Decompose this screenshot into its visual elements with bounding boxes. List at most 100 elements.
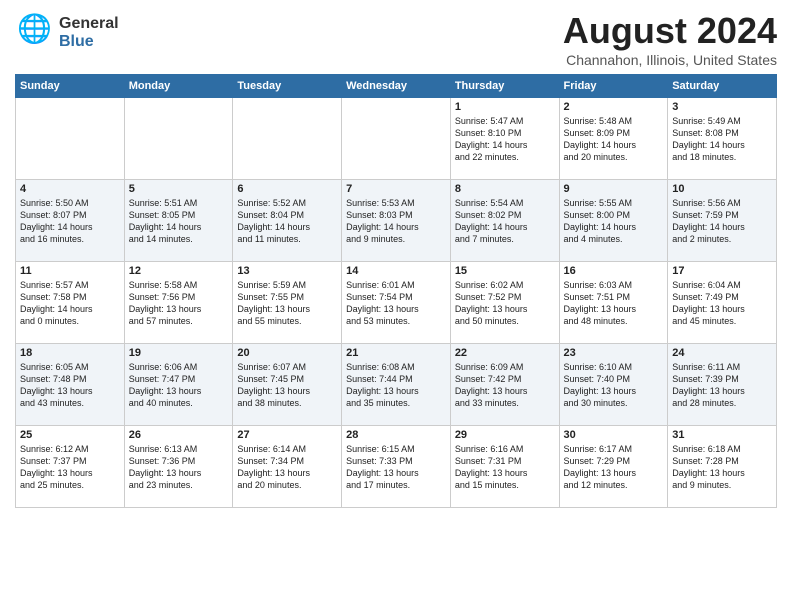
day-cell: 3Sunrise: 5:49 AMSunset: 8:08 PMDaylight… [668, 98, 777, 180]
cell-text: and 4 minutes. [564, 233, 664, 245]
cell-text: Sunset: 7:29 PM [564, 455, 664, 467]
day-number: 15 [455, 265, 555, 277]
cell-text: Sunset: 7:45 PM [237, 373, 337, 385]
day-cell: 30Sunrise: 6:17 AMSunset: 7:29 PMDayligh… [559, 426, 668, 508]
day-cell: 8Sunrise: 5:54 AMSunset: 8:02 PMDaylight… [450, 180, 559, 262]
cell-text: and 48 minutes. [564, 315, 664, 327]
day-number: 7 [346, 183, 446, 195]
cell-text: Daylight: 13 hours [129, 303, 229, 315]
cell-text: and 30 minutes. [564, 397, 664, 409]
cell-text: Sunset: 7:56 PM [129, 291, 229, 303]
day-cell: 19Sunrise: 6:06 AMSunset: 7:47 PMDayligh… [124, 344, 233, 426]
cell-text: Sunset: 7:33 PM [346, 455, 446, 467]
cell-text: Daylight: 13 hours [237, 385, 337, 397]
cell-text: Daylight: 13 hours [455, 467, 555, 479]
day-number: 17 [672, 265, 772, 277]
day-cell: 28Sunrise: 6:15 AMSunset: 7:33 PMDayligh… [342, 426, 451, 508]
header-cell-friday: Friday [559, 75, 668, 98]
cell-text: and 11 minutes. [237, 233, 337, 245]
cell-text: Daylight: 13 hours [455, 385, 555, 397]
cell-text: Daylight: 14 hours [455, 221, 555, 233]
cell-text: Daylight: 13 hours [455, 303, 555, 315]
cell-text: Daylight: 13 hours [346, 467, 446, 479]
cell-text: Daylight: 13 hours [20, 467, 120, 479]
cell-text: Sunrise: 6:05 AM [20, 361, 120, 373]
day-cell: 12Sunrise: 5:58 AMSunset: 7:56 PMDayligh… [124, 262, 233, 344]
day-cell: 31Sunrise: 6:18 AMSunset: 7:28 PMDayligh… [668, 426, 777, 508]
logo-blue: Blue [59, 33, 119, 51]
cell-text: Sunset: 7:52 PM [455, 291, 555, 303]
title-area: August 2024 Channahon, Illinois, United … [563, 10, 777, 68]
day-number: 28 [346, 429, 446, 441]
day-number: 8 [455, 183, 555, 195]
day-number: 6 [237, 183, 337, 195]
cell-text: Sunset: 7:31 PM [455, 455, 555, 467]
day-number: 18 [20, 347, 120, 359]
cell-text: and 17 minutes. [346, 479, 446, 491]
cell-text: Sunrise: 6:09 AM [455, 361, 555, 373]
calendar-table: SundayMondayTuesdayWednesdayThursdayFrid… [15, 74, 777, 508]
cell-text: Sunset: 7:49 PM [672, 291, 772, 303]
day-cell: 9Sunrise: 5:55 AMSunset: 8:00 PMDaylight… [559, 180, 668, 262]
cell-text: Sunset: 7:55 PM [237, 291, 337, 303]
cell-text: Daylight: 13 hours [129, 385, 229, 397]
cell-text: Daylight: 13 hours [672, 467, 772, 479]
cell-text: Sunset: 7:47 PM [129, 373, 229, 385]
cell-text: Daylight: 14 hours [455, 139, 555, 151]
cell-text: and 40 minutes. [129, 397, 229, 409]
day-number: 16 [564, 265, 664, 277]
cell-text: Sunset: 7:37 PM [20, 455, 120, 467]
cell-text: and 2 minutes. [672, 233, 772, 245]
cell-text: Sunset: 8:00 PM [564, 209, 664, 221]
cell-text: Sunset: 7:40 PM [564, 373, 664, 385]
calendar-body: 1Sunrise: 5:47 AMSunset: 8:10 PMDaylight… [16, 98, 777, 508]
day-number: 9 [564, 183, 664, 195]
logo-general: General [59, 15, 119, 33]
cell-text: and 57 minutes. [129, 315, 229, 327]
cell-text: Sunset: 8:08 PM [672, 127, 772, 139]
cell-text: Sunrise: 5:50 AM [20, 197, 120, 209]
cell-text: Daylight: 13 hours [564, 467, 664, 479]
cell-text: Daylight: 13 hours [129, 467, 229, 479]
cell-text: Sunset: 7:48 PM [20, 373, 120, 385]
cell-text: Daylight: 13 hours [346, 303, 446, 315]
header-cell-sunday: Sunday [16, 75, 125, 98]
cell-text: Daylight: 14 hours [237, 221, 337, 233]
subtitle: Channahon, Illinois, United States [563, 52, 777, 68]
cell-text: and 50 minutes. [455, 315, 555, 327]
cell-text: Daylight: 13 hours [346, 385, 446, 397]
day-number: 11 [20, 265, 120, 277]
cell-text: Sunrise: 6:11 AM [672, 361, 772, 373]
header-cell-wednesday: Wednesday [342, 75, 451, 98]
cell-text: Daylight: 14 hours [346, 221, 446, 233]
day-cell: 29Sunrise: 6:16 AMSunset: 7:31 PMDayligh… [450, 426, 559, 508]
day-number: 14 [346, 265, 446, 277]
day-cell: 21Sunrise: 6:08 AMSunset: 7:44 PMDayligh… [342, 344, 451, 426]
day-cell [124, 98, 233, 180]
day-cell: 7Sunrise: 5:53 AMSunset: 8:03 PMDaylight… [342, 180, 451, 262]
cell-text: and 23 minutes. [129, 479, 229, 491]
day-cell: 22Sunrise: 6:09 AMSunset: 7:42 PMDayligh… [450, 344, 559, 426]
day-cell: 6Sunrise: 5:52 AMSunset: 8:04 PMDaylight… [233, 180, 342, 262]
cell-text: Sunrise: 6:03 AM [564, 279, 664, 291]
cell-text: Sunrise: 5:57 AM [20, 279, 120, 291]
week-row-0: 1Sunrise: 5:47 AMSunset: 8:10 PMDaylight… [16, 98, 777, 180]
cell-text: Sunrise: 5:51 AM [129, 197, 229, 209]
logo: 🌐 General Blue [15, 10, 119, 55]
day-number: 27 [237, 429, 337, 441]
page-container: 🌐 General Blue August 2024 Channahon, Il… [0, 0, 792, 513]
cell-text: Sunset: 7:42 PM [455, 373, 555, 385]
cell-text: Sunset: 8:10 PM [455, 127, 555, 139]
day-number: 10 [672, 183, 772, 195]
day-cell: 25Sunrise: 6:12 AMSunset: 7:37 PMDayligh… [16, 426, 125, 508]
day-number: 1 [455, 101, 555, 113]
cell-text: and 12 minutes. [564, 479, 664, 491]
cell-text: and 28 minutes. [672, 397, 772, 409]
cell-text: and 20 minutes. [237, 479, 337, 491]
cell-text: Sunset: 7:36 PM [129, 455, 229, 467]
cell-text: Sunrise: 6:08 AM [346, 361, 446, 373]
cell-text: Daylight: 14 hours [564, 139, 664, 151]
day-number: 20 [237, 347, 337, 359]
day-cell: 10Sunrise: 5:56 AMSunset: 7:59 PMDayligh… [668, 180, 777, 262]
day-cell: 15Sunrise: 6:02 AMSunset: 7:52 PMDayligh… [450, 262, 559, 344]
